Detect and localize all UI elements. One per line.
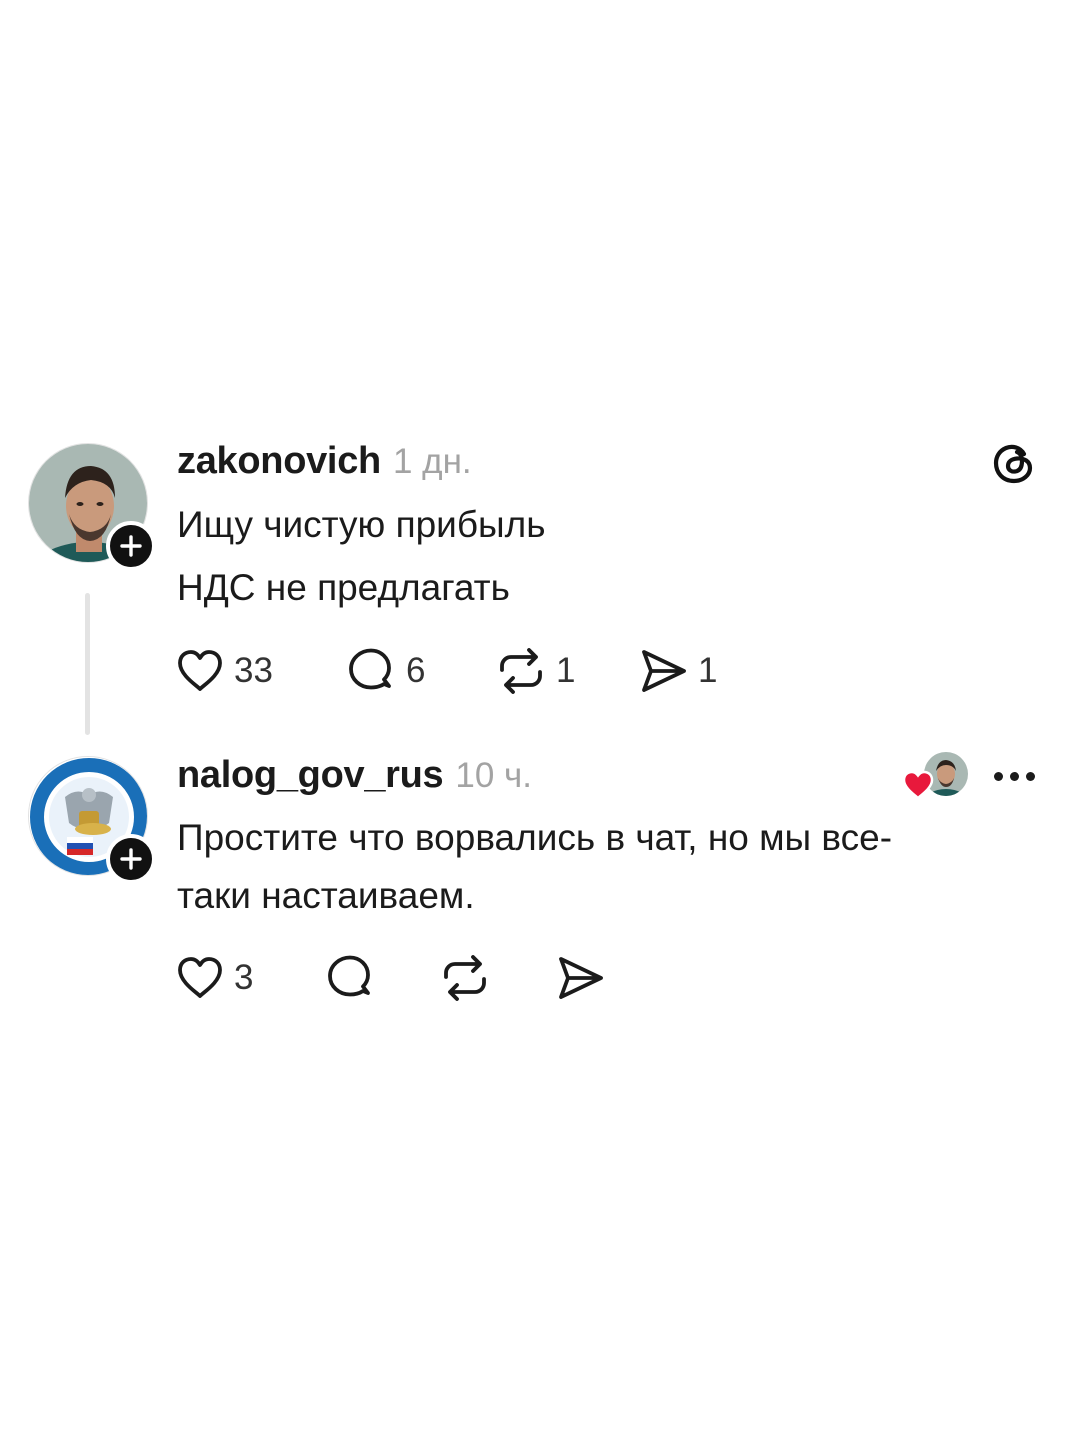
share-count: 1 bbox=[698, 651, 718, 690]
more-options-button[interactable] bbox=[990, 764, 1038, 788]
plus-icon bbox=[120, 848, 142, 870]
post-nalog-gov-rus: nalog_gov_rus 10 ч. Простите что ворвали… bbox=[0, 740, 1080, 1020]
thread-line bbox=[85, 593, 90, 735]
post-timestamp: 1 дн. bbox=[392, 442, 472, 481]
follow-button-nalog-gov-rus[interactable] bbox=[106, 834, 156, 884]
username-nalog-gov-rus[interactable]: nalog_gov_rus bbox=[177, 754, 444, 797]
speech-bubble-icon bbox=[328, 955, 370, 997]
post-header: zakonovich 1 дн. bbox=[177, 440, 472, 483]
paper-plane-icon bbox=[642, 650, 686, 692]
repost-icon bbox=[444, 955, 486, 1001]
share-button[interactable]: 1 bbox=[638, 645, 717, 697]
post-zakonovich: zakonovich 1 дн. Ищу чистую прибыль НДС … bbox=[0, 0, 1080, 740]
like-count: 3 bbox=[234, 958, 254, 997]
share-button[interactable] bbox=[555, 952, 605, 1004]
post-text-line-2: НДС не предлагать bbox=[177, 567, 510, 608]
post-timestamp: 10 ч. bbox=[455, 756, 533, 795]
paper-plane-icon bbox=[559, 957, 603, 999]
like-count: 33 bbox=[234, 651, 273, 690]
post-text-line-1: Ищу чистую прибыль bbox=[177, 504, 546, 545]
username-zakonovich[interactable]: zakonovich bbox=[177, 440, 381, 483]
repost-button[interactable] bbox=[440, 952, 490, 1004]
repost-button[interactable]: 1 bbox=[496, 645, 575, 697]
threads-logo-glyph bbox=[993, 444, 1033, 484]
heart-icon bbox=[178, 957, 222, 998]
plus-icon bbox=[120, 535, 142, 557]
heart-icon bbox=[178, 650, 222, 691]
post-header: nalog_gov_rus 10 ч. bbox=[177, 754, 532, 797]
post-text-line-1: Простите что ворвались в чат, но мы все- bbox=[177, 817, 893, 858]
reply-button[interactable]: 6 bbox=[346, 645, 425, 697]
repost-count: 1 bbox=[556, 651, 576, 690]
reply-count: 6 bbox=[406, 651, 426, 690]
reply-button[interactable] bbox=[325, 952, 375, 1004]
like-button[interactable]: 3 bbox=[176, 952, 253, 1004]
repost-icon bbox=[500, 648, 542, 694]
more-dots-icon bbox=[993, 771, 1035, 781]
red-heart-icon bbox=[902, 770, 934, 800]
threads-logo-icon[interactable] bbox=[991, 440, 1037, 486]
liked-by-author-indicator bbox=[902, 752, 970, 800]
speech-bubble-icon bbox=[349, 648, 391, 690]
follow-button-zakonovich[interactable] bbox=[106, 521, 156, 571]
post-text-line-2: таки настаиваем. bbox=[177, 875, 475, 916]
like-button[interactable]: 33 bbox=[176, 645, 273, 697]
